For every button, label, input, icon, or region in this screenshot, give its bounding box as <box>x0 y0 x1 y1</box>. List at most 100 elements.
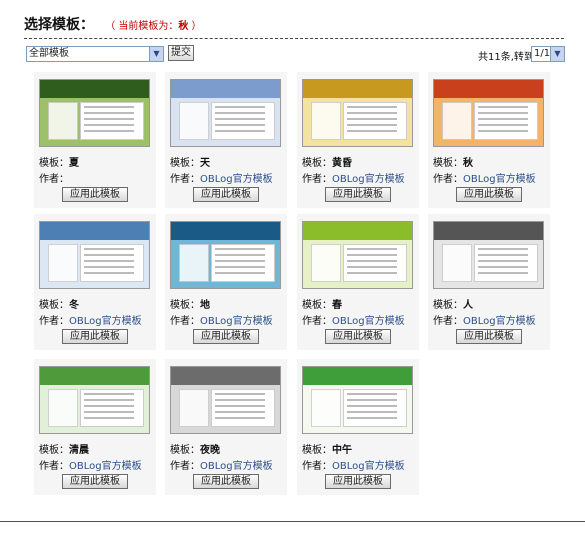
thumbnail-sidebar <box>442 244 472 282</box>
thumbnail-text-line <box>215 130 265 132</box>
apply-template-button[interactable]: 应用此模板 <box>325 474 391 489</box>
thumbnail-text-line <box>215 254 265 256</box>
apply-template-button[interactable]: 应用此模板 <box>193 187 259 202</box>
apply-template-button[interactable]: 应用此模板 <box>62 329 128 344</box>
template-author: 作者：OBLog官方模板 <box>433 174 536 185</box>
template-name: 模板：中午 <box>302 445 352 456</box>
apply-template-button[interactable]: 应用此模板 <box>193 329 259 344</box>
template-card: 模板：人作者：OBLog官方模板应用此模板 <box>428 214 550 350</box>
thumbnail-text-line <box>347 130 397 132</box>
template-name: 模板：地 <box>170 300 210 311</box>
page-title: 选择模板： <box>24 17 94 33</box>
thumbnail-text-line <box>478 272 528 274</box>
template-thumbnail <box>302 79 413 147</box>
thumbnail-banner <box>40 222 149 240</box>
thumbnail-text-line <box>347 124 397 126</box>
thumbnail-text-line <box>478 106 528 108</box>
thumbnail-sidebar <box>311 102 341 140</box>
template-author: 作者：OBLog官方模板 <box>170 461 273 472</box>
thumbnail-text-line <box>478 266 528 268</box>
thumbnail-text-line <box>84 411 134 413</box>
thumbnail-text-line <box>215 260 265 262</box>
current-template: （ 当前模板为：秋 ） <box>105 21 202 32</box>
template-thumbnail <box>302 221 413 289</box>
thumbnail-banner <box>171 367 280 385</box>
thumbnail-banner <box>303 80 412 98</box>
thumbnail-text-line <box>84 130 134 132</box>
thumbnail-text-line <box>347 266 397 268</box>
thumbnail-sidebar <box>179 102 209 140</box>
template-thumbnail <box>433 79 544 147</box>
page-header: 选择模板： （ 当前模板为：秋 ） <box>24 14 564 36</box>
thumbnail-text-line <box>84 106 134 108</box>
template-thumbnail <box>170 366 281 434</box>
thumbnail-text-line <box>84 260 134 262</box>
template-author: 作者：OBLog官方模板 <box>433 316 536 327</box>
template-author: 作者：OBLog官方模板 <box>302 174 405 185</box>
apply-template-button[interactable]: 应用此模板 <box>456 329 522 344</box>
template-name: 模板：秋 <box>433 158 473 169</box>
pager-text: 共11条,转到 <box>478 52 534 63</box>
thumbnail-text-line <box>215 399 265 401</box>
thumbnail-text-line <box>347 399 397 401</box>
thumbnail-text-line <box>347 254 397 256</box>
apply-template-button[interactable]: 应用此模板 <box>62 474 128 489</box>
thumbnail-text-line <box>215 106 265 108</box>
thumbnail-sidebar <box>48 102 78 140</box>
apply-template-button[interactable]: 应用此模板 <box>325 187 391 202</box>
template-card: 模板：地作者：OBLog官方模板应用此模板 <box>165 214 287 350</box>
thumbnail-text-line <box>215 124 265 126</box>
template-author: 作者：OBLog官方模板 <box>170 174 273 185</box>
template-filter-select[interactable]: 全部模板 ▼ <box>26 46 164 62</box>
thumbnail-banner <box>40 80 149 98</box>
thumbnail-banner <box>171 222 280 240</box>
template-card: 模板：夏 作者： 应用此模板 <box>34 72 156 208</box>
thumbnail-text-line <box>478 254 528 256</box>
template-name: 模板：人 <box>433 300 473 311</box>
template-thumbnail <box>170 79 281 147</box>
template-card: 模板：夜晚作者：OBLog官方模板应用此模板 <box>165 359 287 495</box>
template-card: 模板：中午作者：OBLog官方模板应用此模板 <box>297 359 419 495</box>
template-thumbnail <box>39 366 150 434</box>
thumbnail-text-line <box>478 112 528 114</box>
thumbnail-text-line <box>215 405 265 407</box>
thumbnail-text-line <box>478 248 528 250</box>
template-author: 作者：OBLog官方模板 <box>302 316 405 327</box>
thumbnail-text-line <box>84 254 134 256</box>
apply-template-button[interactable]: 应用此模板 <box>456 187 522 202</box>
thumbnail-text-line <box>84 272 134 274</box>
footer-divider <box>0 521 585 522</box>
thumbnail-text-line <box>215 411 265 413</box>
thumbnail-sidebar <box>442 102 472 140</box>
thumbnail-sidebar <box>48 244 78 282</box>
template-name: 模板：清晨 <box>39 445 89 456</box>
thumbnail-banner <box>40 367 149 385</box>
template-author: 作者：OBLog官方模板 <box>170 316 273 327</box>
apply-template-button[interactable]: 应用此模板 <box>325 329 391 344</box>
page-select[interactable]: 1/1 ▼ <box>531 46 565 62</box>
thumbnail-text-line <box>84 417 134 419</box>
thumbnail-sidebar <box>179 244 209 282</box>
thumbnail-banner <box>434 222 543 240</box>
thumbnail-text-line <box>84 124 134 126</box>
thumbnail-text-line <box>478 124 528 126</box>
thumbnail-text-line <box>347 405 397 407</box>
chevron-down-icon: ▼ <box>149 47 163 61</box>
template-name: 模板：春 <box>302 300 342 311</box>
thumbnail-text-line <box>215 112 265 114</box>
apply-template-button[interactable]: 应用此模板 <box>62 187 128 202</box>
thumbnail-text-line <box>84 248 134 250</box>
template-name: 模板：冬 <box>39 300 79 311</box>
thumbnail-text-line <box>478 130 528 132</box>
thumbnail-text-line <box>215 248 265 250</box>
thumbnail-text-line <box>478 260 528 262</box>
template-card: 模板：冬 作者：OBLog官方模板 应用此模板 <box>34 214 156 350</box>
template-thumbnail <box>39 221 150 289</box>
thumbnail-text-line <box>347 417 397 419</box>
template-name: 模板：夜晚 <box>170 445 220 456</box>
thumbnail-text-line <box>215 417 265 419</box>
template-card: 模板：春作者：OBLog官方模板应用此模板 <box>297 214 419 350</box>
template-author: 作者：OBLog官方模板 <box>302 461 405 472</box>
apply-template-button[interactable]: 应用此模板 <box>193 474 259 489</box>
submit-button[interactable]: 提交 <box>168 45 194 61</box>
